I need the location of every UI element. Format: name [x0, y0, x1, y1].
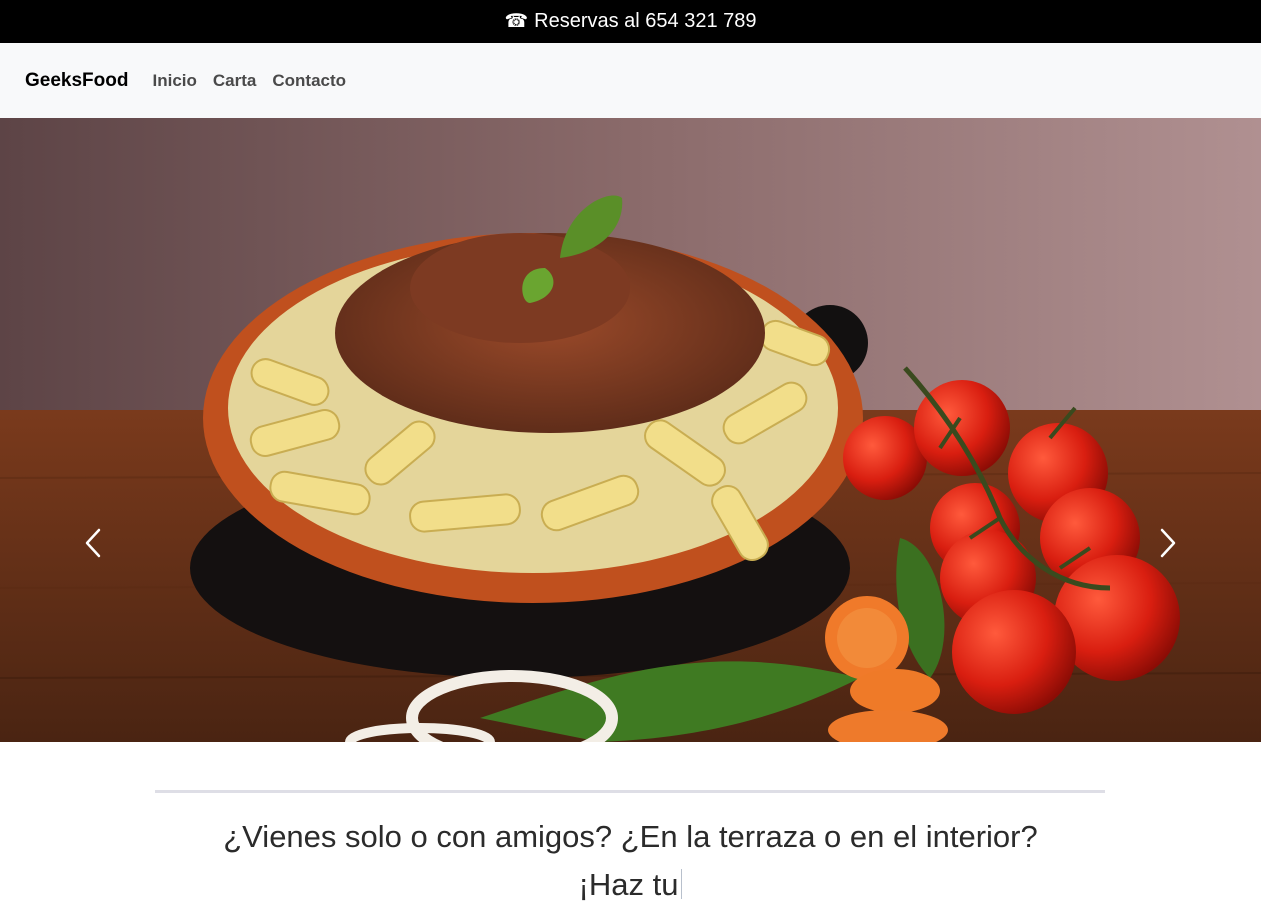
nav-link-contacto[interactable]: Contacto — [272, 71, 346, 91]
intro-line-2: ¡Haz tu — [0, 861, 1261, 909]
telephone-icon: ☎ — [504, 11, 529, 32]
hero-carousel — [0, 118, 1261, 742]
reservation-text: Reservas al 654 321 789 — [534, 10, 757, 32]
carousel-next-button[interactable] — [1153, 523, 1183, 563]
reservation-bar: ☎ Reservas al 654 321 789 — [0, 0, 1261, 43]
chevron-right-icon — [1160, 528, 1176, 558]
carousel-image — [0, 118, 1261, 742]
brand-logo[interactable]: GeeksFood — [25, 70, 128, 92]
intro-text: ¿Vienes solo o con amigos? ¿En la terraz… — [0, 813, 1261, 909]
chevron-left-icon — [85, 528, 101, 558]
nav-link-inicio[interactable]: Inicio — [152, 71, 196, 91]
navbar: GeeksFood Inicio Carta Contacto — [0, 43, 1261, 118]
section-divider — [155, 790, 1105, 793]
carousel-prev-button[interactable] — [78, 523, 108, 563]
intro-line-1: ¿Vienes solo o con amigos? ¿En la terraz… — [223, 819, 1038, 854]
typing-cursor — [681, 869, 683, 899]
typewriter-text: ¡Haz tu — [578, 867, 679, 902]
nav-link-carta[interactable]: Carta — [213, 71, 256, 91]
